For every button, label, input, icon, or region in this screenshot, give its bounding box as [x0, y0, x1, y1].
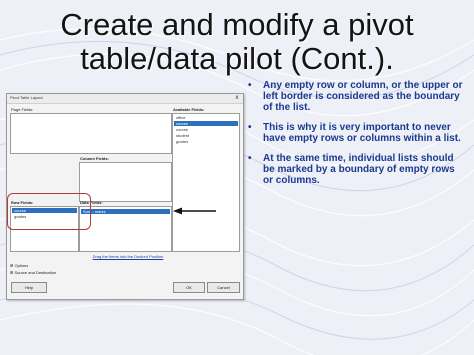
available-fields-label: Available Fields: [173, 107, 205, 112]
available-field-item[interactable]: course [174, 121, 238, 126]
available-field-item[interactable]: office [174, 115, 238, 120]
data-field-item[interactable]: Sum - marks [81, 209, 170, 214]
bullet-text: At the same time, individual lists shoul… [263, 153, 455, 186]
close-icon[interactable]: x [233, 95, 241, 101]
bullet-dot: • [248, 80, 252, 91]
slide-title: Create and modify a pivot table/data pil… [0, 8, 474, 76]
page-fields-label: Page Fields: [11, 107, 34, 112]
bullet-text: This is why it is very important to neve… [263, 122, 461, 144]
help-button[interactable]: Help [11, 282, 47, 293]
drag-hint-text: Drag the Items into the Desired Position [92, 254, 164, 259]
page-fields-area[interactable] [10, 113, 172, 154]
source-destination-expander[interactable]: ⊞ Source and Destination [10, 270, 56, 276]
column-fields-area[interactable] [79, 162, 172, 202]
bullet-dot: • [248, 153, 252, 164]
column-fields-label: Column Fields: [80, 156, 109, 161]
ok-button[interactable]: OK [173, 282, 205, 293]
pointer-arrow-icon [173, 207, 216, 215]
options-label: Options [14, 263, 29, 268]
available-field-item[interactable]: student [174, 133, 238, 138]
row-fields-highlight-ring [7, 193, 91, 230]
available-fields-list[interactable]: office course course student grades [172, 113, 240, 252]
cancel-button[interactable]: Cancel [207, 282, 240, 293]
data-fields-area[interactable]: Sum - marks [79, 206, 172, 252]
source-destination-label: Source and Destination [14, 270, 57, 275]
expand-icon: ⊞ [10, 263, 14, 268]
bullet-text: Any empty row or column, or the upper or… [263, 80, 463, 113]
bullet-dot: • [248, 122, 252, 133]
expand-icon: ⊞ [10, 270, 14, 275]
available-field-item[interactable]: grades [174, 139, 238, 144]
dialog-title-bar: Pivot Table Layout x [7, 94, 243, 104]
available-field-item[interactable]: course [174, 127, 238, 132]
dialog-title: Pivot Table Layout [10, 95, 43, 100]
slide-title-line2: table/data pilot (Cont.). [80, 41, 394, 76]
options-expander[interactable]: ⊞ Options [10, 263, 28, 269]
pivot-layout-dialog: Pivot Table Layout x Page Fields: Column… [6, 93, 244, 300]
slide-title-line1: Create and modify a pivot [60, 7, 414, 42]
